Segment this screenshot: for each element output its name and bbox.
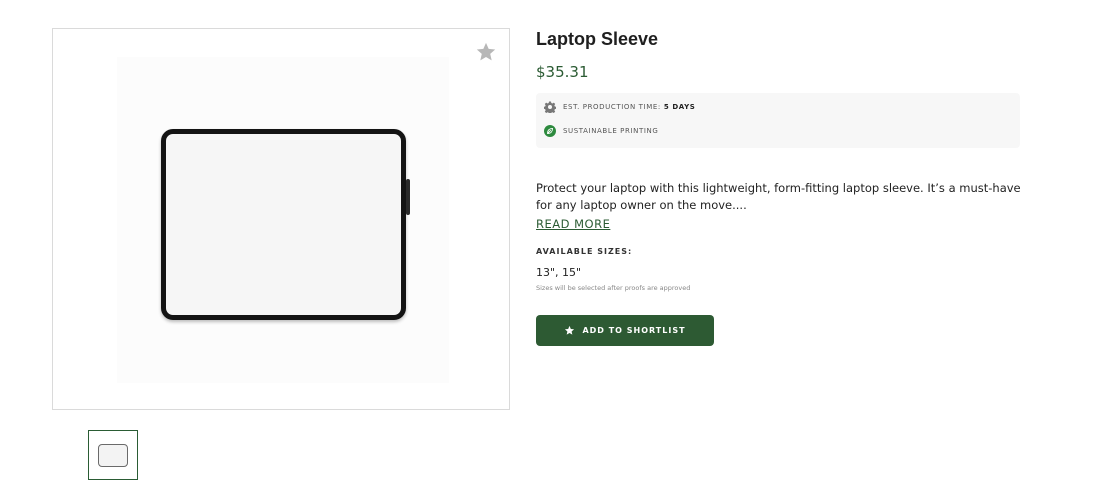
leaf-icon (544, 125, 556, 137)
zipper-pull (406, 179, 410, 215)
laptop-sleeve-illustration (161, 129, 406, 320)
production-time-value: 5 DAYS (663, 103, 696, 111)
production-time-label: EST. PRODUCTION TIME: (563, 103, 661, 111)
star-icon (565, 325, 575, 335)
production-time-row: EST. PRODUCTION TIME: 5 DAYS (544, 101, 695, 113)
product-description: Protect your laptop with this lightweigh… (536, 181, 1021, 212)
sizes-note: Sizes will be selected after proofs are … (536, 284, 691, 292)
product-title: Laptop Sleeve (536, 29, 659, 49)
product-price: $35.31 (536, 63, 589, 81)
favorite-star-icon[interactable] (475, 41, 497, 63)
available-sizes-value: 13", 15" (536, 266, 582, 279)
read-more-link[interactable]: READ MORE (536, 217, 610, 231)
add-to-shortlist-label: ADD TO SHORTLIST (582, 326, 686, 335)
gear-icon (544, 101, 556, 113)
sustainable-row: SUSTAINABLE PRINTING (544, 125, 658, 137)
product-thumbnail[interactable] (88, 430, 138, 480)
product-image-frame (52, 28, 510, 410)
thumbnail-image (98, 444, 128, 467)
add-to-shortlist-button[interactable]: ADD TO SHORTLIST (536, 315, 714, 346)
available-sizes-label: AVAILABLE SIZES: (536, 247, 633, 256)
production-info-box: EST. PRODUCTION TIME: 5 DAYS SUSTAINABLE… (536, 93, 1020, 148)
sustainable-label: SUSTAINABLE PRINTING (563, 127, 659, 135)
